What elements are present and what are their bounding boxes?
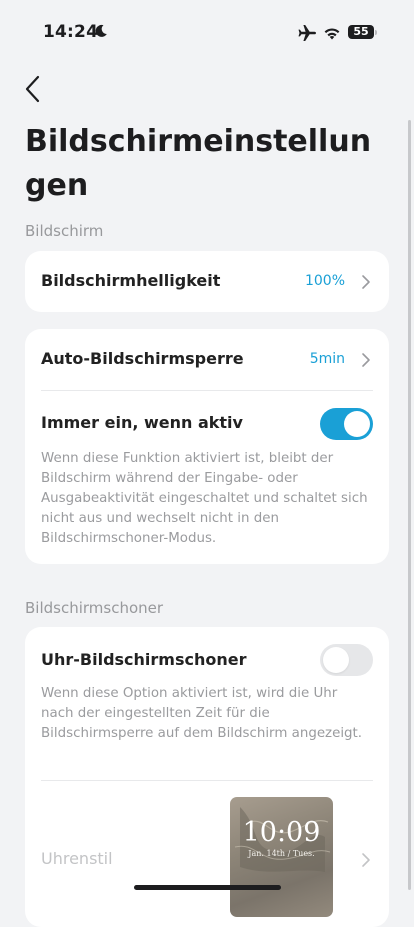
chevron-right-icon <box>362 353 370 367</box>
airplane-icon <box>298 25 316 41</box>
brightness-label: Bildschirmhelligkeit <box>41 271 221 290</box>
always-on-description: Wenn diese Funktion aktiviert ist, bleib… <box>41 451 368 546</box>
clock-saver-description: Wenn diese Option aktiviert ist, wird di… <box>41 686 363 741</box>
always-on-toggle[interactable] <box>320 408 373 440</box>
always-on-label: Immer ein, wenn aktiv <box>41 413 243 432</box>
brightness-row[interactable]: Bildschirmhelligkeit 100% <box>41 271 373 293</box>
brightness-card[interactable]: Bildschirmhelligkeit 100% <box>25 251 389 312</box>
chevron-right-icon <box>362 853 370 867</box>
lock-card: Auto-Bildschirmsperre 5min Immer ein, we… <box>25 329 389 564</box>
clock-style-label[interactable]: Uhrenstil <box>41 849 113 868</box>
divider <box>41 780 373 781</box>
screensaver-card: Uhr-Bildschirmschoner Wenn diese Option … <box>25 627 389 927</box>
clock-saver-label: Uhr-Bildschirmschoner <box>41 650 247 669</box>
auto-lock-label: Auto-Bildschirmsperre <box>41 349 244 368</box>
section-label-screensaver: Bildschirmschoner <box>25 599 164 617</box>
clock-saver-toggle[interactable] <box>320 644 373 676</box>
toggle-knob <box>323 647 349 673</box>
preview-time: 10:09 <box>242 817 321 848</box>
home-indicator[interactable] <box>134 885 281 890</box>
auto-lock-value: 5min <box>309 351 345 367</box>
wifi-icon <box>324 28 340 40</box>
divider <box>41 390 373 391</box>
status-bar: 14:24 55 <box>0 0 414 60</box>
scrollbar[interactable] <box>408 120 411 890</box>
status-time: 14:24 <box>43 22 99 42</box>
battery-cap <box>375 30 377 35</box>
brightness-value: 100% <box>304 273 345 289</box>
battery-level: 55 <box>353 25 369 38</box>
section-label-display: Bildschirm <box>25 222 104 240</box>
page-title: Bildschirmeinstellungen <box>25 124 372 203</box>
auto-lock-row[interactable]: Auto-Bildschirmsperre 5min <box>41 349 373 371</box>
chevron-right-icon <box>362 275 370 289</box>
preview-date: Jan. 14th / Tues. <box>248 849 315 858</box>
toggle-knob <box>344 411 370 437</box>
clock-style-preview[interactable]: 10:09 Jan. 14th / Tues. <box>230 797 333 917</box>
moon-icon <box>95 24 107 37</box>
back-button[interactable] <box>22 74 46 104</box>
